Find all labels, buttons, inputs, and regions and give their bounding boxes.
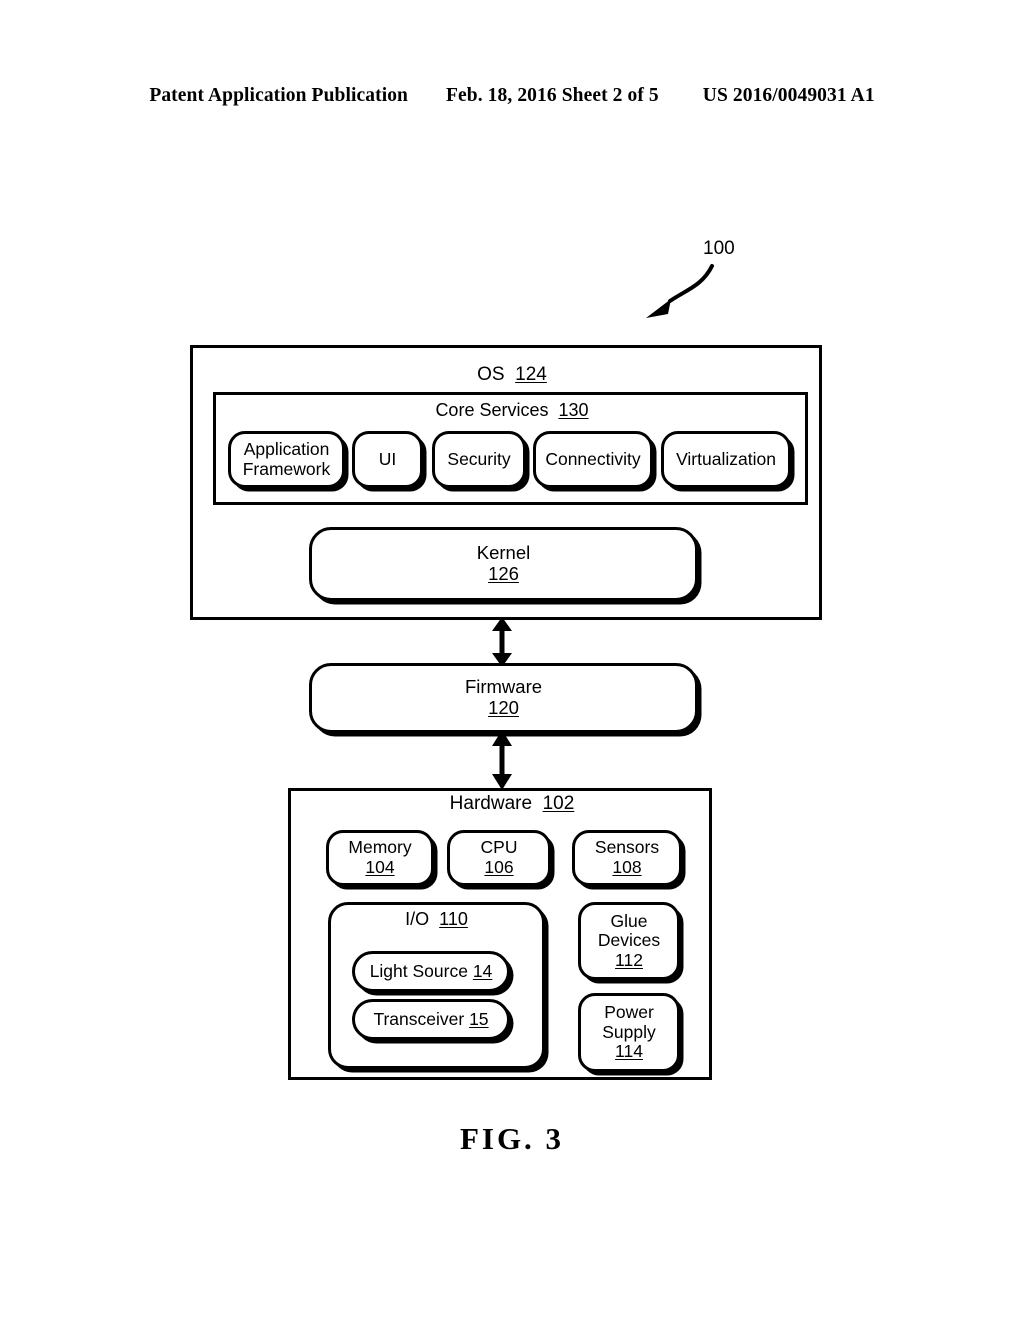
publication-header: Patent Application Publication Feb. 18, …: [0, 85, 1024, 115]
hardware-sensors-block[interactable]: Sensors 108: [572, 830, 682, 886]
publication-date-sheet: Feb. 18, 2016 Sheet 2 of 5: [446, 85, 659, 106]
os-title: OS 124: [0, 364, 1024, 386]
double-arrow-firmware-hardware-icon: [492, 730, 512, 790]
lead-line-arrow-icon: [646, 264, 714, 318]
core-service-connectivity[interactable]: Connectivity: [533, 431, 653, 488]
io-title: I/O 110: [328, 909, 545, 930]
connectivity-label: Connectivity: [545, 448, 641, 469]
ui-label: UI: [378, 448, 397, 469]
firmware-label: Firmware: [464, 676, 543, 698]
publication-number: US 2016/0049031 A1: [702, 85, 875, 106]
hardware-title-number: 102: [542, 793, 575, 814]
light-source-label: Light Source: [369, 960, 468, 981]
light-source-text: Light Source 14: [369, 960, 493, 982]
power-supply-line2: Supply: [602, 1021, 656, 1042]
core-service-security[interactable]: Security: [432, 431, 526, 488]
hardware-title-text: Hardware: [449, 793, 533, 814]
os-title-number: 124: [515, 364, 547, 385]
transceiver-label: Transceiver: [373, 1008, 465, 1029]
core-services-title: Core Services 130: [0, 400, 1024, 421]
application-framework-line2: Framework: [242, 458, 331, 479]
hardware-power-supply-block[interactable]: Power Supply 114: [578, 993, 680, 1072]
hardware-cpu-block[interactable]: CPU 106: [447, 830, 551, 886]
figure-caption: FIG. 3: [459, 1121, 565, 1156]
kernel-block[interactable]: Kernel 126: [309, 527, 698, 601]
transceiver-number: 15: [469, 1008, 489, 1029]
power-supply-number: 114: [615, 1041, 643, 1062]
core-service-virtualization[interactable]: Virtualization: [661, 431, 791, 488]
glue-devices-number: 112: [615, 949, 643, 970]
glue-devices-line2: Devices: [597, 930, 661, 951]
power-supply-line1: Power: [604, 1002, 654, 1023]
io-transceiver-block[interactable]: Transceiver 15: [352, 999, 510, 1040]
memory-number: 104: [365, 857, 395, 877]
kernel-number: 126: [488, 563, 519, 584]
light-source-number: 14: [472, 960, 493, 981]
virtualization-label: Virtualization: [676, 448, 776, 469]
io-title-text: I/O: [405, 909, 430, 929]
core-service-application-framework[interactable]: Application Framework: [228, 431, 345, 488]
cpu-label: CPU: [480, 837, 518, 858]
core-service-ui[interactable]: UI: [352, 431, 423, 488]
hardware-glue-devices-block[interactable]: Glue Devices 112: [578, 902, 680, 980]
hardware-title: Hardware 102: [0, 793, 1024, 815]
reference-numeral-100: 100: [703, 238, 735, 259]
firmware-block[interactable]: Firmware 120: [309, 663, 698, 733]
sensors-label: Sensors: [594, 837, 660, 858]
io-light-source-block[interactable]: Light Source 14: [352, 951, 510, 992]
kernel-label: Kernel: [476, 542, 531, 564]
glue-devices-line1: Glue: [610, 910, 648, 931]
hardware-memory-block[interactable]: Memory 104: [326, 830, 434, 886]
os-title-text: OS: [477, 364, 505, 385]
core-services-title-text: Core Services: [435, 400, 549, 420]
memory-label: Memory: [348, 837, 412, 858]
core-services-title-number: 130: [558, 400, 589, 420]
transceiver-text: Transceiver 15: [373, 1008, 489, 1030]
security-label: Security: [447, 448, 511, 469]
double-arrow-kernel-firmware-icon: [492, 617, 512, 667]
application-framework-line1: Application: [243, 438, 330, 459]
sensors-number: 108: [612, 857, 642, 877]
io-title-number: 110: [439, 909, 468, 929]
cpu-number: 106: [484, 857, 514, 877]
firmware-number: 120: [488, 697, 519, 718]
publication-type: Patent Application Publication: [149, 85, 409, 106]
